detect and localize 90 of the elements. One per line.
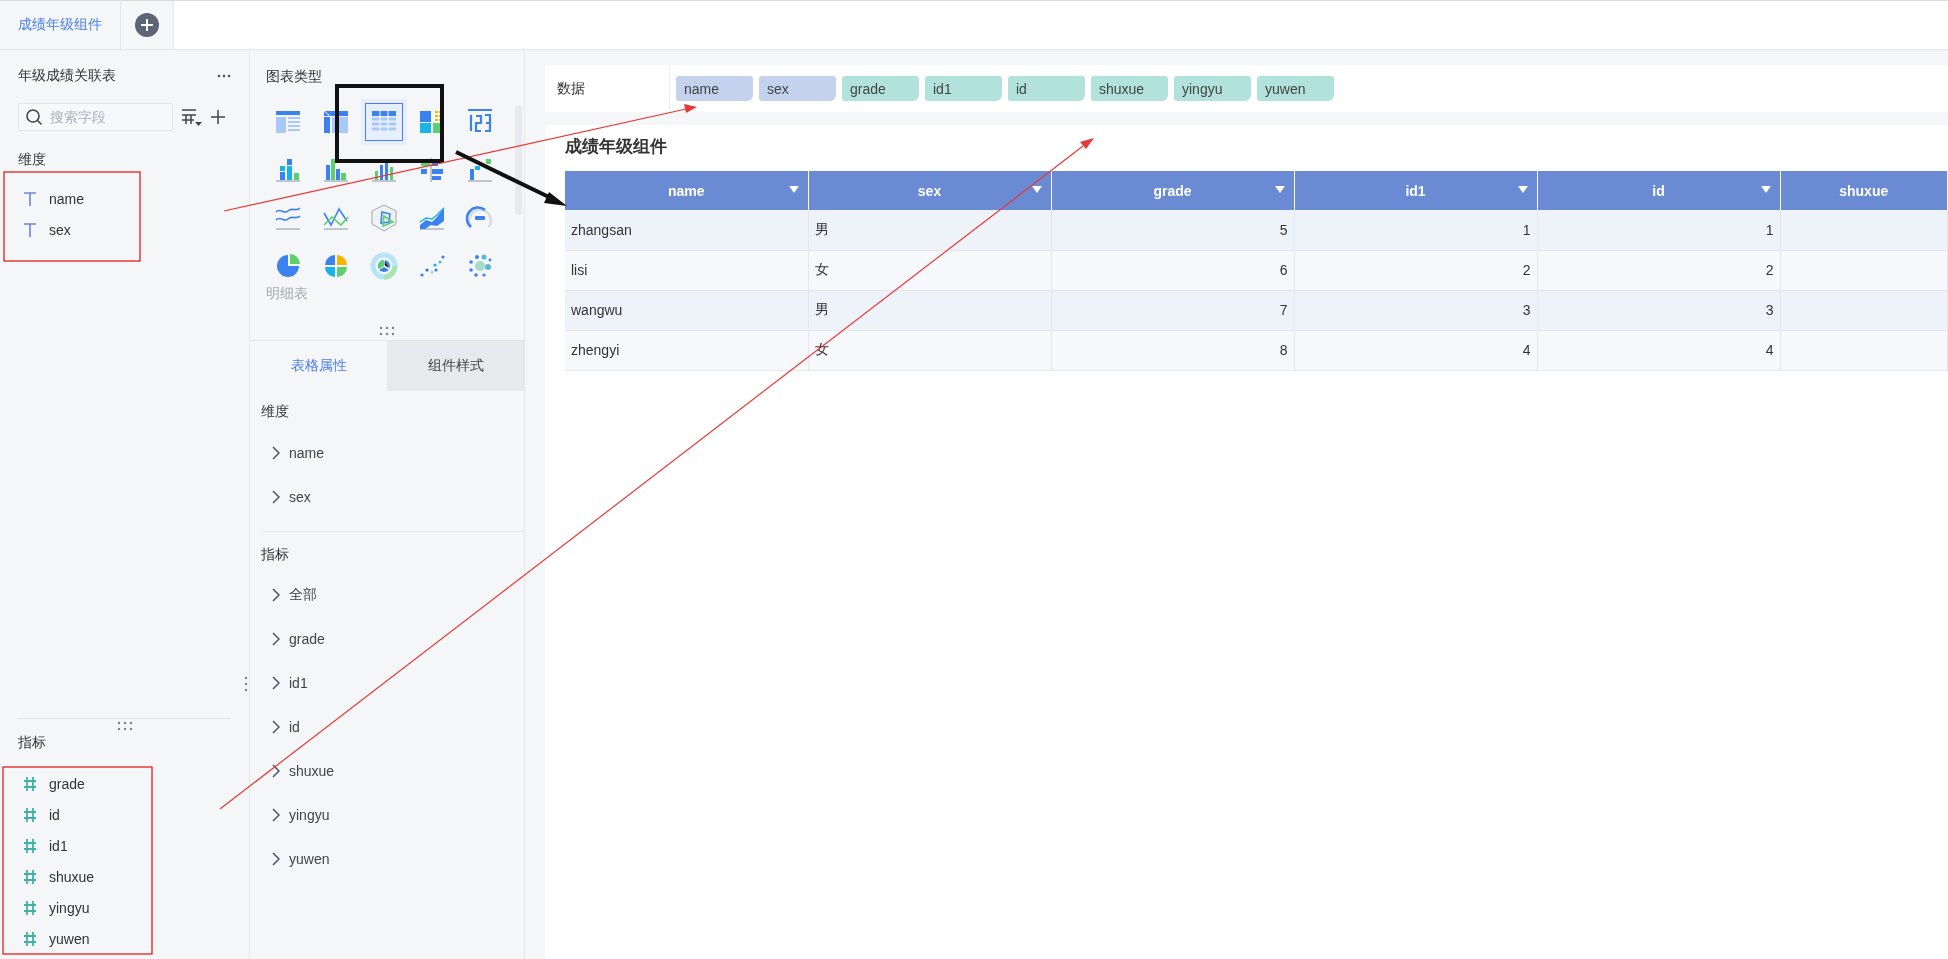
table-cell: 女 <box>808 330 1051 370</box>
table-cell: 1 <box>1537 210 1780 250</box>
chevron-right-icon[interactable] <box>272 588 280 602</box>
field-chip[interactable]: id <box>1008 76 1085 101</box>
chevron-right-icon[interactable] <box>272 490 280 504</box>
field-name[interactable]: grade <box>289 631 325 647</box>
field-chip[interactable]: shuxue <box>1091 76 1168 101</box>
field-chip[interactable]: yingyu <box>1174 76 1251 101</box>
section-label: 维度 <box>260 402 290 421</box>
table-cell: lisi <box>565 250 808 290</box>
table-cell: 7 <box>1051 290 1294 330</box>
radar-chart-icon <box>369 203 399 233</box>
field-name[interactable]: id1 <box>289 675 308 691</box>
chevron-right-icon[interactable] <box>272 446 280 460</box>
table-title: 成绩年级组件 <box>565 137 668 157</box>
field-chip[interactable]: grade <box>842 76 919 101</box>
section-label: 指标 <box>260 545 290 564</box>
table-cell: 3 <box>1294 290 1537 330</box>
chevron-right-icon[interactable] <box>272 632 280 646</box>
chart-type-caption: 明细表 <box>266 284 309 303</box>
ring-chart-icon <box>369 251 399 281</box>
chevron-right-icon[interactable] <box>272 852 280 866</box>
text-type-icon <box>23 190 37 207</box>
table-cell: 4 <box>1537 330 1780 370</box>
field-name[interactable]: grade <box>49 775 85 792</box>
table-cell: zhangsan <box>565 210 808 250</box>
chevron-right-icon[interactable] <box>272 764 280 778</box>
field-name[interactable]: shuxue <box>49 868 95 885</box>
data-label: 数据 <box>557 79 585 98</box>
field-name[interactable]: yuwen <box>49 930 90 947</box>
chevron-right-icon[interactable] <box>272 676 280 690</box>
section-label: 图表类型 <box>265 67 323 86</box>
hash-icon <box>23 899 37 916</box>
chevron-right-icon[interactable] <box>272 720 280 734</box>
field-name[interactable]: yingyu <box>49 899 90 916</box>
add-icon[interactable] <box>211 110 225 124</box>
table-cell: 8 <box>1051 330 1294 370</box>
field-name[interactable]: id <box>49 806 60 823</box>
tab[interactable]: 组件样式 <box>387 341 524 391</box>
field-name[interactable]: yingyu <box>289 807 330 823</box>
table-cell: 4 <box>1294 330 1537 370</box>
section-label: 指标 <box>18 733 47 752</box>
table-cell: wangwu <box>565 290 808 330</box>
hash-icon <box>23 775 37 792</box>
add-icon[interactable] <box>134 12 160 38</box>
table-cell: 男 <box>808 290 1051 330</box>
table-cell: 5 <box>1051 210 1294 250</box>
hash-icon <box>23 837 37 854</box>
drag-handle-icon[interactable] <box>116 721 133 731</box>
tab[interactable]: 成绩年级组件 <box>0 1 121 49</box>
field-name[interactable]: 全部 <box>289 586 317 604</box>
table-cell: 3 <box>1537 290 1780 330</box>
table-cell: 6 <box>1051 250 1294 290</box>
section-label: 维度 <box>18 150 47 169</box>
field-chip[interactable]: id1 <box>925 76 1002 101</box>
dropdown-icon[interactable] <box>1274 186 1285 193</box>
field-name[interactable]: yuwen <box>289 851 330 867</box>
field-name[interactable]: id1 <box>49 837 68 854</box>
field-chip[interactable]: yuwen <box>1257 76 1334 101</box>
dropdown-icon[interactable] <box>1031 186 1042 193</box>
search-icon <box>25 108 43 126</box>
table-cell: 女 <box>808 250 1051 290</box>
more-icon[interactable] <box>217 74 231 78</box>
field-name[interactable]: sex <box>289 489 311 505</box>
search-field[interactable]: 搜索字段 <box>18 103 173 131</box>
table-cell: 2 <box>1294 250 1537 290</box>
hash-icon <box>23 806 37 823</box>
table-cell: 男 <box>808 210 1051 250</box>
dropdown-icon[interactable] <box>1517 186 1528 193</box>
hash-icon <box>23 868 37 885</box>
table-cell: zhengyi <box>565 330 808 370</box>
dropdown-icon[interactable] <box>788 186 799 193</box>
drag-handle-icon[interactable] <box>379 326 395 336</box>
filter-icon[interactable] <box>181 107 203 127</box>
field-name[interactable]: shuxue <box>289 763 335 779</box>
table-name: 年级成绩关联表 <box>18 67 116 85</box>
field-name[interactable]: id <box>289 719 300 735</box>
field-chip[interactable]: sex <box>759 76 836 101</box>
scrollbar[interactable] <box>515 105 522 215</box>
field-chip[interactable]: name <box>676 76 753 101</box>
table-cell: 1 <box>1294 210 1537 250</box>
field-name[interactable]: name <box>49 190 85 207</box>
field-name[interactable]: name <box>289 445 325 461</box>
hash-icon <box>23 930 37 947</box>
chevron-right-icon[interactable] <box>272 808 280 822</box>
drag-handle-icon[interactable] <box>244 676 248 692</box>
table-cell: 2 <box>1537 250 1780 290</box>
dropdown-icon[interactable] <box>1760 186 1771 193</box>
text-type-icon <box>23 221 37 238</box>
field-name[interactable]: sex <box>49 221 71 238</box>
